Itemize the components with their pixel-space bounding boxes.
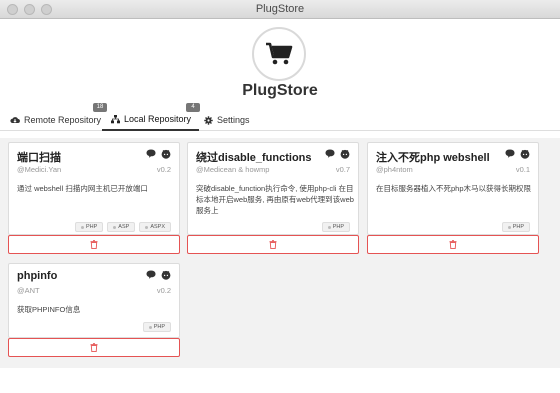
plugin-name: 端口扫描 bbox=[17, 152, 61, 164]
plugin-description: 获取PHPINFO信息 bbox=[17, 305, 81, 314]
comment-icon[interactable] bbox=[505, 149, 515, 158]
plugin-card: 绕过disable_functions @Medicean & howmp v0… bbox=[187, 142, 359, 235]
remote-count-badge: 18 bbox=[93, 103, 107, 112]
plugin-description: 突破disable_function执行命令, 使用php-cli 在目标本地开… bbox=[196, 184, 354, 215]
github-icon[interactable] bbox=[161, 149, 171, 159]
delete-plugin-button[interactable] bbox=[187, 235, 359, 254]
github-icon[interactable] bbox=[520, 149, 530, 159]
delete-plugin-button[interactable] bbox=[367, 235, 539, 254]
plugin-author: @Medici.Yan bbox=[17, 165, 62, 174]
plugin-tag: PHP bbox=[74, 222, 104, 232]
trash-icon bbox=[90, 343, 98, 352]
tab-settings-label: Settings bbox=[217, 115, 250, 125]
tab-local-repository[interactable]: Local Repository bbox=[102, 109, 200, 131]
window-title: PlugStore bbox=[255, 3, 305, 15]
plugin-version: v0.2 bbox=[156, 165, 171, 174]
local-count-badge: 4 bbox=[186, 103, 200, 112]
plugin-version: v0.7 bbox=[335, 165, 350, 174]
plugin-name: 绕过disable_functions bbox=[196, 152, 312, 164]
window-titlebar: PlugStore bbox=[0, 0, 560, 19]
plugin-tag: PHP bbox=[501, 222, 530, 232]
trash-icon bbox=[449, 240, 457, 249]
comment-icon[interactable] bbox=[146, 270, 156, 279]
tab-remote-repository[interactable]: Remote Repository bbox=[10, 109, 101, 131]
trash-icon bbox=[269, 240, 277, 249]
plugin-card: 注入不死php webshell @ph4ntom v0.1 在目标服务器植入不… bbox=[367, 142, 539, 235]
app-logo bbox=[252, 27, 306, 81]
plugin-description: 通过 webshell 扫描内网主机已开放端口 bbox=[17, 184, 148, 193]
github-icon[interactable] bbox=[161, 270, 171, 280]
plugin-author: @ph4ntom bbox=[376, 165, 413, 174]
plugin-version: v0.1 bbox=[515, 165, 530, 174]
app-name: PlugStore bbox=[242, 82, 318, 99]
comment-icon[interactable] bbox=[146, 149, 156, 158]
footer-area bbox=[0, 368, 560, 393]
delete-plugin-button[interactable] bbox=[8, 235, 180, 254]
plugin-card: 端口扫描 @Medici.Yan v0.2 通过 webshell 扫描内网主机… bbox=[8, 142, 180, 235]
tab-bar: Remote Repository Local Repository Setti… bbox=[0, 109, 560, 131]
plugin-tag: PHP bbox=[142, 322, 171, 332]
plugin-author: @ANT bbox=[17, 286, 40, 295]
plugin-tag: PHP bbox=[321, 222, 350, 232]
tab-settings[interactable]: Settings bbox=[204, 109, 250, 131]
comment-icon[interactable] bbox=[325, 149, 335, 158]
github-icon[interactable] bbox=[340, 149, 350, 159]
tab-local-repository-label: Local Repository bbox=[124, 114, 192, 124]
plugin-card: phpinfo @ANT v0.2 获取PHPINFO信息 PHP bbox=[8, 263, 180, 338]
plugin-version: v0.2 bbox=[156, 286, 171, 295]
cart-icon bbox=[266, 42, 293, 65]
trash-icon bbox=[90, 240, 98, 249]
cloud-download-icon bbox=[10, 117, 20, 124]
plugin-description: 在目标服务器植入不死php木马以获得长期权限 bbox=[376, 184, 532, 193]
delete-plugin-button[interactable] bbox=[8, 338, 180, 357]
gear-icon bbox=[204, 115, 213, 125]
tab-remote-repository-label: Remote Repository bbox=[24, 115, 102, 125]
plugin-tag: ASP bbox=[107, 222, 136, 232]
plugin-name: phpinfo bbox=[17, 270, 58, 282]
plugin-author: @Medicean & howmp bbox=[196, 165, 270, 174]
plugin-name: 注入不死php webshell bbox=[376, 152, 490, 164]
sitemap-icon bbox=[111, 114, 120, 123]
plugin-tag: ASPX bbox=[139, 222, 171, 232]
plugin-grid: 端口扫描 @Medici.Yan v0.2 通过 webshell 扫描内网主机… bbox=[0, 138, 560, 368]
